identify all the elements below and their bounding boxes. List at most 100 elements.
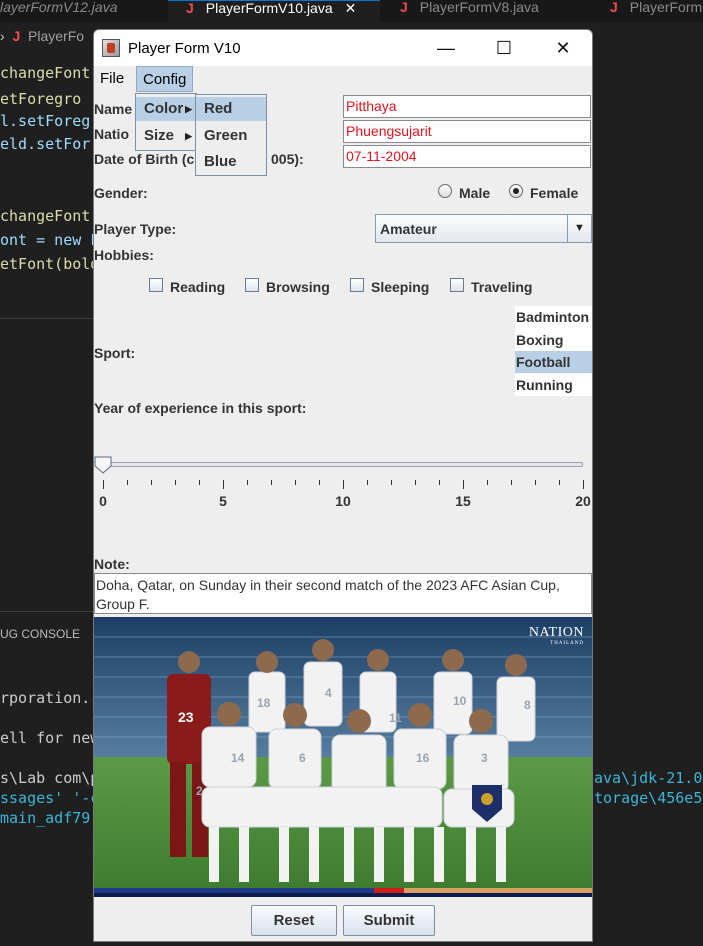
terminal-line: rporation. xyxy=(0,689,91,707)
slider-major-tick xyxy=(343,480,344,489)
female-radio[interactable] xyxy=(509,184,523,198)
slider-tick-label: 20 xyxy=(575,493,591,509)
team-photo: 23 18 4 10 8 14 6 11 16 3 2 NATION THAIL… xyxy=(94,617,592,897)
sleeping-checkbox[interactable] xyxy=(350,278,364,292)
traveling-checkbox[interactable] xyxy=(450,278,464,292)
dropdown-arrow-icon[interactable]: ▼ xyxy=(567,215,591,242)
tab-player-form-v12[interactable]: layerFormV12.java xyxy=(0,0,158,22)
menu-item-blue[interactable]: Blue xyxy=(196,150,266,174)
sport-list[interactable]: Badminton Boxing Football Running xyxy=(515,306,592,396)
submit-button[interactable]: Submit xyxy=(343,905,435,936)
tab-player-form-v8[interactable]: J PlayerFormV8.java xyxy=(400,0,580,22)
traveling-checkbox-label[interactable]: Traveling xyxy=(471,279,532,295)
menu-item-green[interactable]: Green xyxy=(196,124,266,148)
experience-slider-track[interactable] xyxy=(103,462,583,467)
list-item[interactable]: Running xyxy=(515,374,592,396)
tab-label: PlayerFormV8.java xyxy=(419,0,539,15)
tab-player-form-v10[interactable]: J PlayerFormV10.java ✕ xyxy=(168,0,380,22)
menu-config[interactable]: Config xyxy=(136,66,194,92)
tab-player-form[interactable]: J PlayerForm xyxy=(610,0,703,22)
note-label: Note: xyxy=(94,556,130,572)
name-label: Name xyxy=(94,101,133,117)
player-type-combo[interactable]: Amateur ▼ xyxy=(375,214,592,243)
minimize-button[interactable]: — xyxy=(417,30,475,66)
reading-checkbox[interactable] xyxy=(149,278,163,292)
editor-tab-bar: layerFormV12.java J PlayerFormV10.java ✕ J… xyxy=(0,0,703,22)
menu-item-label: Size xyxy=(144,127,175,144)
terminal-line: main_adf79 xyxy=(0,809,91,827)
menu-item-color[interactable]: Color ▶ xyxy=(136,97,196,121)
slider-minor-tick xyxy=(175,480,176,485)
browsing-checkbox-label[interactable]: Browsing xyxy=(266,279,330,295)
slider-minor-tick xyxy=(415,480,416,485)
reading-checkbox-label[interactable]: Reading xyxy=(170,279,225,295)
slider-minor-tick xyxy=(247,480,248,485)
sport-label: Sport: xyxy=(94,345,136,361)
code-line: eld.setFor xyxy=(0,135,91,153)
slider-minor-tick xyxy=(127,480,128,485)
code-line: changeFont xyxy=(0,64,91,82)
list-item[interactable]: Football xyxy=(515,351,592,373)
debug-console-tab[interactable]: UG CONSOLE xyxy=(0,627,80,641)
male-radio-label[interactable]: Male xyxy=(459,185,490,201)
last-name-field[interactable]: Phuengsujarit xyxy=(343,120,591,143)
breadcrumb: › J PlayerFo xyxy=(0,28,85,44)
slider-major-tick xyxy=(583,480,584,489)
slider-tick-label: 15 xyxy=(455,493,471,509)
slider-minor-tick xyxy=(439,480,440,485)
list-item[interactable]: Badminton xyxy=(515,306,592,328)
jersey-number: 18 xyxy=(257,696,271,710)
team-photo-illustration: 23 18 4 10 8 14 6 11 16 3 2 xyxy=(94,617,592,897)
code-line: ont = new F xyxy=(0,231,100,249)
note-textarea[interactable]: Doha, Qatar, on Sunday in their second m… xyxy=(94,573,592,614)
nation-logo: NATION THAILAND xyxy=(529,625,584,646)
window-title: Player Form V10 xyxy=(128,40,241,57)
menu-bar: File Config xyxy=(94,66,592,92)
slider-tick-label: 5 xyxy=(219,493,227,509)
config-menu-popup: Color ▶ Size ▶ xyxy=(135,93,197,151)
browsing-checkbox[interactable] xyxy=(245,278,259,292)
slider-major-tick xyxy=(463,480,464,489)
terminal-line: torage\456e51 xyxy=(594,789,703,807)
submenu-arrow-icon: ▶ xyxy=(185,131,192,141)
jersey-number: 2 xyxy=(196,784,203,798)
jersey-number: 14 xyxy=(231,751,245,765)
panel-divider xyxy=(0,611,94,612)
reset-button[interactable]: Reset xyxy=(251,905,337,936)
tab-label: PlayerFormV10.java xyxy=(205,0,333,16)
dob-field[interactable]: 07-11-2004 xyxy=(343,145,591,168)
player-form-window: Player Form V10 — ☐ ✕ File Config Name N… xyxy=(93,29,593,942)
code-line: etForegro xyxy=(0,90,82,108)
male-radio[interactable] xyxy=(438,184,452,198)
slider-major-tick xyxy=(223,480,224,489)
jersey-number: 4 xyxy=(325,686,332,700)
menu-item-red[interactable]: Red xyxy=(196,97,266,121)
java-app-icon xyxy=(102,39,120,57)
dob-label: Date of Birth (c xyxy=(94,151,195,167)
list-item[interactable]: Boxing xyxy=(515,329,592,351)
slider-minor-tick xyxy=(199,480,200,485)
gk-jersey-number: 23 xyxy=(178,709,194,725)
terminal-line: ava\jdk-21.0. xyxy=(594,769,703,787)
menu-item-size[interactable]: Size ▶ xyxy=(136,124,196,148)
close-button[interactable]: ✕ xyxy=(534,30,592,66)
slider-minor-tick xyxy=(295,480,296,485)
tab-label: layerFormV12.java xyxy=(0,0,118,15)
java-file-icon: J xyxy=(400,0,408,15)
experience-slider-thumb[interactable] xyxy=(94,456,112,474)
terminal-line: ssages' '-c xyxy=(0,789,100,807)
maximize-button[interactable]: ☐ xyxy=(475,30,533,66)
slider-minor-tick xyxy=(319,480,320,485)
close-tab-icon[interactable]: ✕ xyxy=(345,0,357,16)
java-file-icon: J xyxy=(12,28,21,44)
logo-text: NATION xyxy=(528,625,584,640)
first-name-field[interactable]: Pitthaya xyxy=(343,95,591,118)
hobbies-label: Hobbies: xyxy=(94,247,154,263)
code-line: l.setForeg xyxy=(0,112,91,130)
title-bar[interactable]: Player Form V10 — ☐ ✕ xyxy=(94,30,592,66)
female-radio-label[interactable]: Female xyxy=(530,185,578,201)
nationality-label: Natio xyxy=(94,126,129,142)
slider-minor-tick xyxy=(271,480,272,485)
sleeping-checkbox-label[interactable]: Sleeping xyxy=(371,279,429,295)
menu-file[interactable]: File xyxy=(94,66,130,92)
